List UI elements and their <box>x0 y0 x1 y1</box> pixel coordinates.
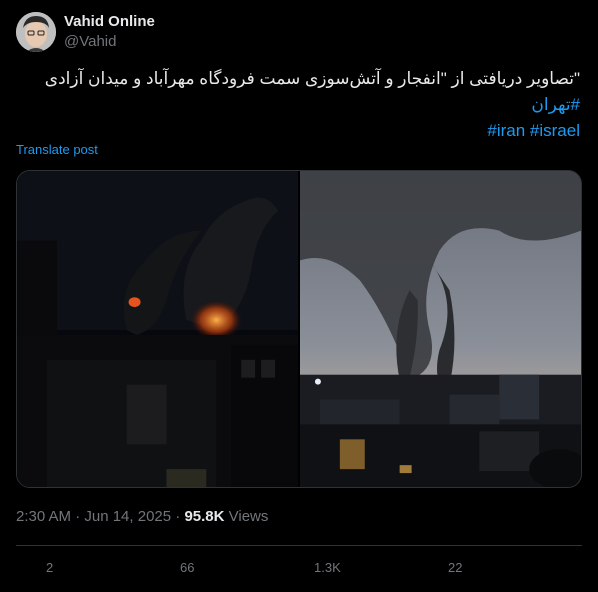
photo-night-explosion[interactable] <box>17 171 298 487</box>
views-count: 95.8K <box>184 508 225 525</box>
like-count: 1.3K <box>314 560 341 575</box>
media-grid <box>16 170 582 488</box>
action-bar: 2 66 1.3K 22 <box>0 560 598 580</box>
divider <box>16 545 582 546</box>
reply-button[interactable]: 2 <box>46 560 53 575</box>
hashtag-israel[interactable]: #israel <box>530 121 580 140</box>
repost-button[interactable]: 66 <box>180 560 194 575</box>
bookmark-button[interactable]: 22 <box>448 560 462 575</box>
night-photo-image <box>17 171 298 487</box>
avatar-image <box>16 12 56 52</box>
tweet-body: "تصاویر دریافتی از "انفجار و آتش‌سوزی سم… <box>44 69 580 88</box>
smoke-photo-image <box>300 171 581 487</box>
translate-post-link[interactable]: Translate post <box>16 142 98 157</box>
like-button[interactable]: 1.3K <box>314 560 341 575</box>
tweet-text: "تصاویر دریافتی از "انفجار و آتش‌سوزی سم… <box>16 66 580 144</box>
reply-count: 2 <box>46 560 54 575</box>
views-label: Views <box>224 508 269 525</box>
author-name[interactable]: Vahid Online <box>64 13 155 30</box>
hashtag-tehran[interactable]: #تهران <box>531 95 580 114</box>
author-handle[interactable]: @Vahid <box>64 33 116 50</box>
tweet-meta: 2:30 AM · Jun 14, 2025 · 95.8K Views <box>16 508 268 525</box>
bookmark-count: 22 <box>448 560 463 575</box>
repost-count: 66 <box>180 560 195 575</box>
hashtag-iran[interactable]: #iran <box>487 121 525 140</box>
timestamp[interactable]: 2:30 AM · Jun 14, 2025 · <box>16 508 184 525</box>
photo-smoke-plumes[interactable] <box>300 171 581 487</box>
avatar[interactable] <box>16 12 56 52</box>
